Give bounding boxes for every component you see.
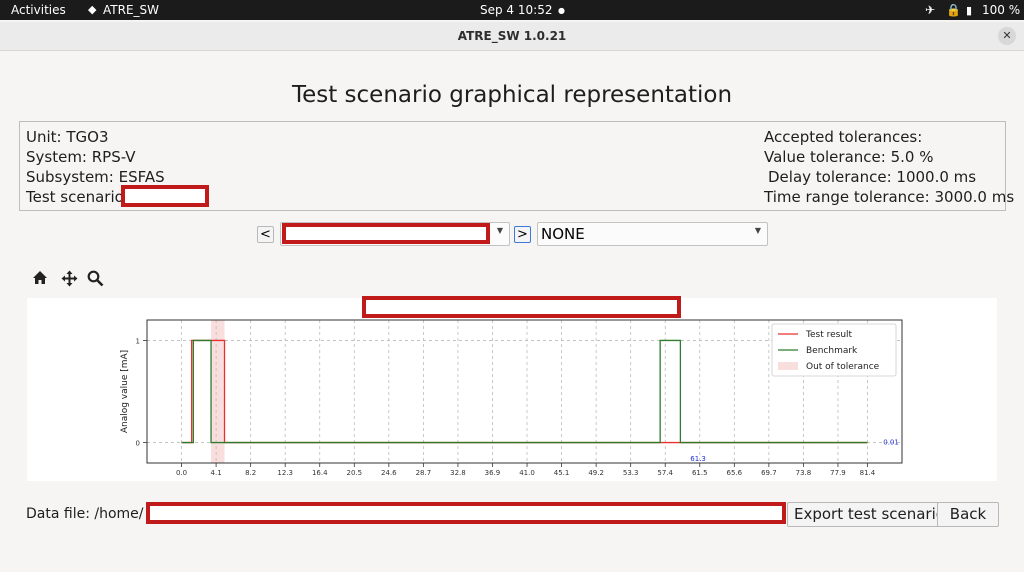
battery-level: 100 % — [982, 3, 1021, 17]
back-button[interactable]: Back — [937, 502, 999, 527]
window-title: ATRE_SW 1.0.21 — [457, 29, 567, 43]
x-tick-label: 65.6 — [727, 469, 743, 477]
unit-label: Unit: TGO3 — [26, 128, 109, 146]
x-tick-label: 69.7 — [761, 469, 777, 477]
chevron-down-icon: ▼ — [754, 226, 761, 235]
window-titlebar: ATRE_SW 1.0.21 ✕ — [0, 22, 1024, 51]
subsystem-label: Subsystem: ESFAS — [26, 168, 165, 186]
x-tick-label: 16.4 — [312, 469, 328, 477]
x-tick-label: 20.5 — [346, 469, 362, 477]
battery-icon: ▮ — [966, 4, 973, 17]
x-tick-label: 12.3 — [277, 469, 293, 477]
next-button[interactable]: > — [514, 226, 531, 243]
x-tick-label: 4.1 — [211, 469, 222, 477]
tolerance-band — [211, 320, 225, 463]
compare-select[interactable]: NONE ▼ — [537, 222, 768, 246]
x-tick-label: 81.4 — [860, 469, 876, 477]
tolerances-title: Accepted tolerances: — [764, 128, 923, 146]
test-scenario-label: Test scenario: — [26, 188, 129, 206]
chart-annotation: 0.01 — [883, 439, 899, 447]
redacted-chart-title — [362, 296, 681, 318]
x-tick-label: 61.5 — [692, 469, 708, 477]
x-tick-label: 32.8 — [450, 469, 466, 477]
system-label: System: RPS-V — [26, 148, 136, 166]
x-tick-label: 53.3 — [623, 469, 639, 477]
x-tick-label: 0.0 — [176, 469, 187, 477]
series-line-test-result — [181, 339, 868, 444]
redacted-signal-name — [282, 223, 490, 244]
y-axis-label: Analog value [mA] — [120, 350, 130, 433]
x-tick-label: 77.9 — [830, 469, 846, 477]
move-icon[interactable] — [61, 270, 78, 291]
magnifier-icon[interactable] — [87, 270, 104, 291]
x-tick-label: 28.7 — [416, 469, 432, 477]
compare-select-value: NONE — [541, 225, 585, 243]
x-tick-label: 57.4 — [657, 469, 673, 477]
export-test-scenario-button[interactable]: Export test scenario — [787, 502, 952, 527]
legend-label: Benchmark — [806, 346, 858, 356]
x-tick-label: 49.2 — [588, 469, 604, 477]
y-tick-label: 1 — [136, 337, 140, 345]
legend-swatch — [778, 362, 798, 370]
delay-tolerance: Delay tolerance: 1000.0 ms — [768, 168, 977, 186]
clock[interactable]: Sep 4 10:52 — [480, 3, 552, 17]
app-menu[interactable]: ATRE_SW — [103, 3, 159, 17]
x-tick-label: 8.2 — [245, 469, 256, 477]
page-title: Test scenario graphical representation — [291, 82, 733, 108]
x-tick-label: 24.6 — [381, 469, 397, 477]
data-file-label: Data file: /home/ — [26, 506, 144, 522]
scenario-info-panel: Unit: TGO3 System: RPS-V Subsystem: ESFA… — [19, 121, 1014, 211]
notification-dot-icon: ● — [558, 6, 565, 15]
series-line-benchmark — [181, 339, 868, 444]
analog-chart: 0.0 4.1 8.2 12.3 16.4 20.5 24.6 28.7 32.8 36.9 41.… — [120, 319, 903, 493]
legend-label: Out of tolerance — [806, 362, 880, 372]
x-tick-label: 73.8 — [796, 469, 812, 477]
activities-button[interactable]: Activities — [11, 3, 66, 17]
x-tick-label: 36.9 — [485, 469, 501, 477]
home-icon[interactable] — [32, 270, 48, 289]
redacted-scenario-name — [121, 185, 209, 207]
time-range-tolerance: Time range tolerance: 3000.0 ms — [764, 188, 1015, 206]
redacted-file-path — [146, 502, 786, 524]
chevron-down-icon: ▼ — [496, 226, 503, 235]
airplane-icon: ✈ — [925, 3, 936, 17]
chart-annotation: 61.3 — [690, 455, 706, 463]
system-top-bar: Activities ◆ ATRE_SW Sep 4 10:52 ● ✈ 🔒 ▮… — [0, 0, 1024, 20]
chart-panel: 0.0 4.1 8.2 12.3 16.4 20.5 24.6 28.7 32.8 36.9 41.… — [27, 298, 997, 493]
y-tick-label: 0 — [136, 440, 140, 448]
app-icon: ◆ — [88, 3, 97, 16]
x-tick-label: 41.0 — [519, 469, 535, 477]
value-tolerance: Value tolerance: 5.0 % — [764, 148, 934, 166]
previous-button[interactable]: < — [257, 226, 274, 243]
x-tick-label: 45.1 — [554, 469, 570, 477]
lock-icon: 🔒 — [946, 3, 961, 17]
close-icon[interactable]: ✕ — [998, 27, 1016, 45]
legend-label: Test result — [805, 330, 853, 340]
